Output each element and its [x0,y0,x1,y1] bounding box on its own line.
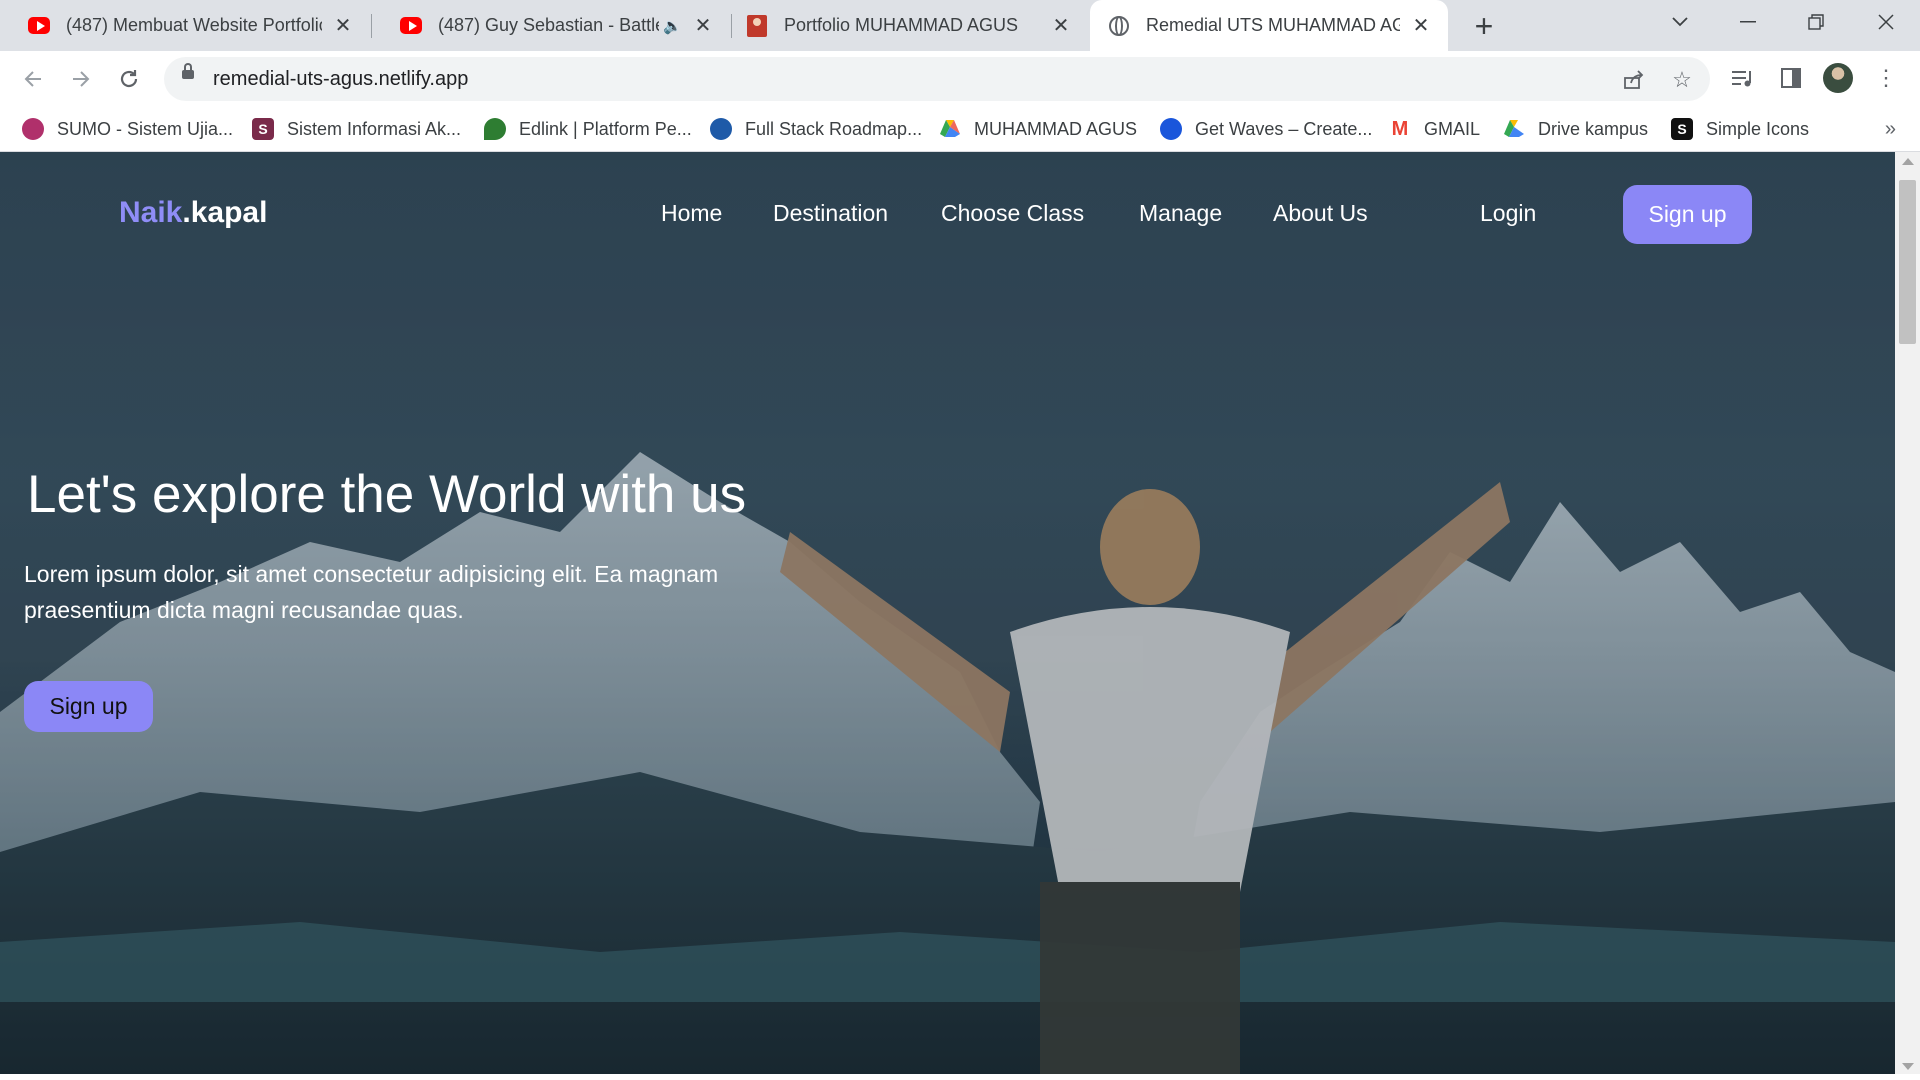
scroll-thumb[interactable] [1899,180,1916,344]
bookmark-drive-kampus[interactable]: Drive kampus [1503,106,1648,152]
globe-icon [1108,15,1130,37]
bookmark-label: Edlink | Platform Pe... [519,118,692,139]
site-navbar: Naik.kapal Home Destination Choose Class… [0,152,1895,272]
hero-title: Let's explore the World with us [27,465,747,524]
address-bar[interactable]: remedial-uts-agus.netlify.app ☆ [164,57,1710,101]
google-drive-icon [1503,118,1525,140]
signup-button-hero[interactable]: Sign up [24,681,153,732]
page-viewport: Naik.kapal Home Destination Choose Class… [0,152,1895,1074]
tab-youtube-guy-sebastian[interactable]: (487) Guy Sebastian - Battle Sc 🔈 ✕ [372,0,730,51]
site-logo[interactable]: Naik.kapal [119,196,267,230]
tab-portfolio[interactable]: Portfolio MUHAMMAD AGUS ✕ [718,0,1088,51]
tab-youtube-portfolio[interactable]: (487) Membuat Website Portfolio ✕ [0,0,370,51]
page-scrollbar[interactable] [1895,152,1920,1074]
portfolio-icon [746,14,768,37]
side-panel-icon[interactable] [1775,62,1807,94]
tab-title: Portfolio MUHAMMAD AGUS [784,15,1019,35]
tab-title: Remedial UTS MUHAMMAD AGUS [1146,15,1400,35]
simple-icons-icon: S [1671,118,1693,140]
bookmark-simple-icons[interactable]: S Simple Icons [1671,106,1809,152]
youtube-icon [28,15,50,37]
minimize-button[interactable] [1718,0,1778,44]
nav-home[interactable]: Home [661,200,722,227]
hero-description: Lorem ipsum dolor, sit amet consectetur … [24,561,719,623]
bookmark-label: MUHAMMAD AGUS [974,118,1138,139]
reload-icon[interactable] [111,61,147,97]
bookmark-muhammad-agus[interactable]: MUHAMMAD AGUS [939,106,1137,152]
nav-manage[interactable]: Manage [1139,200,1222,227]
bookmark-label: Get Waves – Create... [1195,118,1373,139]
bookmark-gmail[interactable]: M GMAIL [1389,106,1480,152]
logo-accent: Naik [119,196,183,229]
new-tab-button[interactable]: + [1466,8,1502,44]
bookmark-label: Full Stack Roadmap... [745,118,923,139]
bookmarks-overflow-icon[interactable]: » [1885,106,1896,152]
url-text[interactable]: remedial-uts-agus.netlify.app [213,57,468,101]
window-bottom-edge [0,1074,1920,1080]
close-tab-icon[interactable]: ✕ [1408,13,1434,39]
share-icon[interactable] [1621,67,1647,93]
back-arrow-icon[interactable] [15,61,51,97]
speaker-icon[interactable]: 🔈 [663,17,682,35]
waves-icon [1160,118,1182,140]
roadmap-icon [710,118,732,140]
gmail-icon: M [1391,117,1409,140]
close-tab-icon[interactable]: ✕ [330,13,356,39]
bookmarks-bar: SUMO - Sistem Ujia... S Sistem Informasi… [0,106,1920,152]
forward-arrow-icon[interactable] [63,61,99,97]
youtube-icon [400,15,422,37]
browser-toolbar: remedial-uts-agus.netlify.app ☆ ⋮ [0,51,1920,106]
bookmark-edlink[interactable]: Edlink | Platform Pe... [484,106,692,152]
nav-choose-class[interactable]: Choose Class [941,200,1084,227]
signup-button-nav[interactable]: Sign up [1623,185,1752,244]
restore-button[interactable] [1786,0,1846,44]
tab-search-icon[interactable] [1650,0,1710,44]
close-tab-icon[interactable]: ✕ [1048,13,1074,39]
bookmark-label: Sistem Informasi Ak... [287,118,462,139]
bookmark-sumo[interactable]: SUMO - Sistem Ujia... [22,106,233,152]
bookmark-get-waves[interactable]: Get Waves – Create... [1160,106,1372,152]
bookmark-label: Simple Icons [1706,118,1810,139]
bookmark-label: SUMO - Sistem Ujia... [57,118,234,139]
bookmark-label: Drive kampus [1538,118,1649,139]
profile-avatar[interactable] [1822,62,1854,94]
tab-strip: (487) Membuat Website Portfolio ✕ (487) … [0,0,1920,51]
university-crest-icon: S [252,118,274,140]
tab-title: (487) Guy Sebastian - Battle Sc [438,15,659,35]
sumo-icon [22,118,44,140]
tab-remedial-uts[interactable]: Remedial UTS MUHAMMAD AGUS ✕ [1090,0,1448,51]
close-window-button[interactable] [1856,0,1916,44]
bookmark-label: GMAIL [1424,118,1481,139]
bookmark-full-stack-roadmap[interactable]: Full Stack Roadmap... [710,106,922,152]
scroll-up-arrow-icon[interactable] [1902,158,1914,165]
logo-rest: .kapal [182,196,268,229]
nav-destination[interactable]: Destination [773,200,888,227]
login-link[interactable]: Login [1480,200,1536,227]
nav-about-us[interactable]: About Us [1273,200,1368,227]
bookmark-star-icon[interactable]: ☆ [1669,67,1695,93]
tab-title: (487) Membuat Website Portfolio [66,15,322,35]
google-drive-icon [939,118,961,140]
media-controls-icon[interactable] [1727,62,1759,94]
scroll-down-arrow-icon[interactable] [1902,1063,1914,1070]
bookmark-sistem-informasi[interactable]: S Sistem Informasi Ak... [252,106,461,152]
edlink-icon [484,118,506,140]
close-tab-icon[interactable]: ✕ [690,13,716,39]
menu-kebab-icon[interactable]: ⋮ [1870,62,1902,94]
lock-icon[interactable] [182,63,194,79]
